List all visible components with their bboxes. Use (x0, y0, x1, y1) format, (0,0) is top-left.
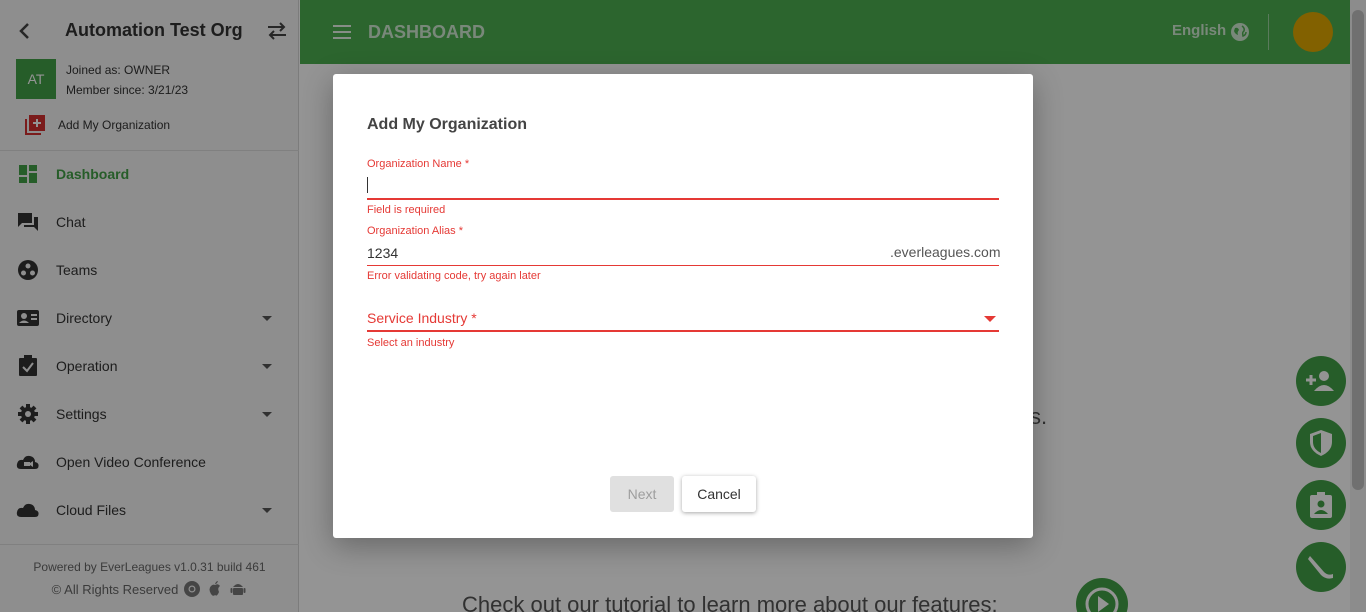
org-name-error: Field is required (367, 204, 446, 216)
service-industry-select[interactable]: Service Industry * (367, 310, 477, 326)
cancel-button[interactable]: Cancel (682, 476, 756, 512)
text-cursor (367, 177, 368, 193)
next-button[interactable]: Next (610, 476, 674, 512)
org-name-input[interactable] (367, 174, 999, 200)
org-alias-error: Error validating code, try again later (367, 270, 541, 282)
service-industry-error: Select an industry (367, 337, 455, 349)
dialog-title: Add My Organization (367, 116, 527, 133)
org-name-label: Organization Name * (367, 158, 470, 170)
org-alias-label: Organization Alias * (367, 225, 463, 237)
service-industry-underline[interactable] (367, 330, 999, 332)
add-organization-dialog: Add My Organization Organization Name * … (333, 74, 1033, 538)
alias-domain-suffix: .everleagues.com (890, 244, 1001, 260)
chevron-down-icon[interactable] (984, 316, 996, 322)
